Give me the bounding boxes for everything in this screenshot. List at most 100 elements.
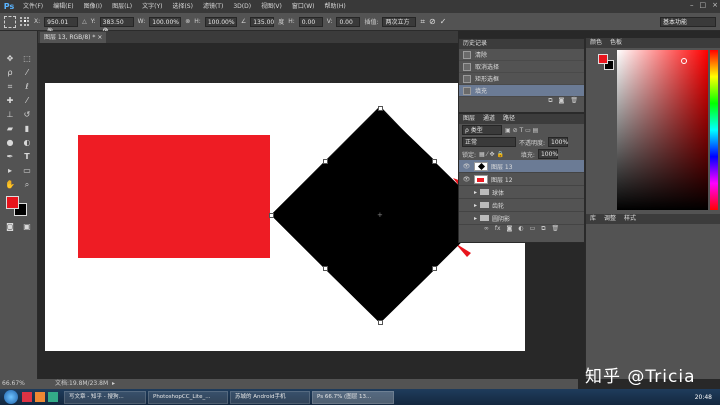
filter-icons[interactable]: ▣ ⊘ T ▭ ▤ (505, 127, 538, 134)
quick-mask-icon[interactable]: ◙ (4, 221, 16, 233)
transform-handle-bottom-left[interactable] (323, 266, 328, 271)
task-android-phone[interactable]: 苏城的 Android手机 (230, 390, 310, 404)
layer-row-13[interactable]: 👁 图层 13 (459, 160, 584, 173)
tab-close-icon[interactable]: × (97, 34, 102, 41)
menu-image[interactable]: 图像(I) (79, 0, 107, 13)
tab-paths[interactable]: 路径 (503, 114, 515, 124)
layer-group-gear[interactable]: ▸ 齿轮 (459, 199, 584, 212)
path-select-tool-icon[interactable]: ▸ (4, 165, 16, 177)
transform-center-icon[interactable]: + (377, 212, 383, 219)
shape-tool-icon[interactable]: ▭ (21, 165, 33, 177)
menu-filter[interactable]: 滤镜(T) (198, 0, 228, 13)
menu-edit[interactable]: 编辑(E) (48, 0, 78, 13)
angle-field[interactable]: 135.00 (250, 16, 275, 27)
link-layers-icon[interactable]: ∞ (484, 225, 489, 235)
height-field[interactable]: 100.00% (204, 16, 237, 27)
expand-arrow-icon[interactable]: ▸ (474, 189, 477, 196)
layer-group-shadow[interactable]: ▸ 圆阴影 (459, 212, 584, 225)
screen-mode-icon[interactable]: ▣ (21, 221, 33, 233)
taskbar-clock[interactable]: 20:48 (695, 394, 712, 401)
history-item-marquee[interactable]: 矩形选框 (459, 73, 584, 85)
eye-icon[interactable]: 👁 (462, 163, 471, 170)
history-item-fill[interactable]: 填充 (459, 85, 584, 97)
marquee-tool-icon[interactable]: ⬚ (21, 53, 33, 65)
warp-icon[interactable]: ⌗ (420, 17, 425, 27)
tab-color[interactable]: 颜色 (590, 38, 602, 48)
new-layer-icon[interactable]: ⧉ (541, 225, 545, 235)
fill-field[interactable]: 100% (537, 149, 558, 159)
hskew-field[interactable]: 0.00 (298, 16, 323, 27)
menu-window[interactable]: 窗口(W) (287, 0, 320, 13)
color-picker-ring[interactable] (681, 58, 687, 64)
history-brush-tool-icon[interactable]: ↺ (21, 109, 33, 121)
history-item-deselect[interactable]: 取消选择 (459, 61, 584, 73)
lock-icons[interactable]: ▦ ⁄ ✥ 🔒 (479, 151, 504, 158)
new-document-icon[interactable]: ⧉ (548, 97, 552, 106)
menu-type[interactable]: 文字(Y) (137, 0, 167, 13)
healing-tool-icon[interactable]: ✚ (4, 95, 16, 107)
delete-layer-icon[interactable]: 🗑 (552, 225, 560, 235)
menu-view[interactable]: 视图(V) (256, 0, 287, 13)
brush-tool-icon[interactable]: ⁄ (21, 95, 33, 107)
document-size[interactable]: 文档:19.8M/23.8M (55, 379, 108, 389)
workspace-select[interactable]: 基本功能 (660, 16, 716, 27)
taskbar-app-icon[interactable] (35, 392, 45, 402)
menu-select[interactable]: 选择(S) (167, 0, 198, 13)
menu-help[interactable]: 帮助(H) (320, 0, 351, 13)
link-delta-icon[interactable]: △ (82, 18, 87, 25)
tab-adjustments[interactable]: 调整 (604, 214, 616, 224)
taskbar-app-icon[interactable] (22, 392, 32, 402)
blur-tool-icon[interactable]: ● (4, 137, 16, 149)
history-item-clear[interactable]: 清除 (459, 49, 584, 61)
zoom-level[interactable]: 66.67% (2, 379, 25, 389)
tab-libraries[interactable]: 库 (590, 214, 596, 224)
tab-swatches[interactable]: 色板 (610, 38, 622, 48)
tab-channels[interactable]: 通道 (483, 114, 495, 124)
interpolation-select[interactable]: 两次立方 (382, 16, 417, 27)
document-tab[interactable]: 图层 13, RGB/8) * × (40, 32, 107, 43)
x-field[interactable]: 950.01 像 (44, 16, 79, 35)
color-fg-swatch[interactable] (598, 54, 608, 64)
magic-wand-tool-icon[interactable]: ⁄ (21, 67, 33, 79)
cancel-transform-icon[interactable]: ⊘ (429, 17, 436, 26)
foreground-color-swatch[interactable] (6, 196, 19, 209)
dodge-tool-icon[interactable]: ◐ (21, 137, 33, 149)
trash-icon[interactable]: 🗑 (570, 97, 578, 106)
layer-group-sphere[interactable]: ▸ 球体 (459, 186, 584, 199)
zoom-tool-icon[interactable]: ⌕ (21, 179, 33, 191)
transform-tool-icon[interactable] (4, 15, 16, 28)
hue-slider[interactable] (710, 50, 718, 210)
tab-styles[interactable]: 样式 (624, 214, 636, 224)
eraser-tool-icon[interactable]: ▰ (4, 123, 16, 135)
reference-point-icon[interactable] (20, 16, 30, 27)
menu-3d[interactable]: 3D(D) (228, 0, 256, 13)
taskbar-app-icon[interactable] (48, 392, 58, 402)
task-photoshop-lite[interactable]: PhotoshopCC_Lite_... (148, 390, 228, 404)
transform-handle-top[interactable] (378, 106, 383, 111)
mask-icon[interactable]: ◙ (507, 225, 513, 235)
group-icon[interactable]: ▭ (530, 225, 536, 235)
menu-layer[interactable]: 图层(L) (107, 0, 137, 13)
maximize-icon[interactable]: □ (700, 1, 707, 9)
layer-kind-filter[interactable]: ρ 类型 (462, 125, 502, 135)
opacity-field[interactable]: 100% (548, 137, 568, 147)
width-field[interactable]: 100.00% (149, 16, 182, 27)
document-canvas[interactable]: + (45, 83, 525, 351)
menu-file[interactable]: 文件(F) (18, 0, 48, 13)
vskew-field[interactable]: 0.00 (336, 16, 361, 27)
expand-arrow-icon[interactable]: ▸ (474, 202, 477, 209)
transform-handle-bottom[interactable] (378, 320, 383, 325)
type-tool-icon[interactable]: T (21, 151, 33, 163)
lasso-tool-icon[interactable]: ρ (4, 67, 16, 79)
layer-row-12[interactable]: 👁 图层 12 (459, 173, 584, 186)
move-tool-icon[interactable]: ✥ (4, 53, 16, 65)
close-icon[interactable]: × (712, 1, 718, 9)
stamp-tool-icon[interactable]: ⊥ (4, 109, 16, 121)
eyedropper-tool-icon[interactable]: ℓ (21, 81, 33, 93)
tab-layers[interactable]: 图层 (463, 114, 475, 124)
history-tab[interactable]: 历史记录 (459, 39, 584, 49)
adjustment-icon[interactable]: ◐ (518, 225, 523, 235)
fx-icon[interactable]: fx (495, 225, 501, 235)
blend-mode-select[interactable]: 正常 (462, 137, 516, 147)
snapshot-icon[interactable]: ◙ (559, 97, 565, 106)
